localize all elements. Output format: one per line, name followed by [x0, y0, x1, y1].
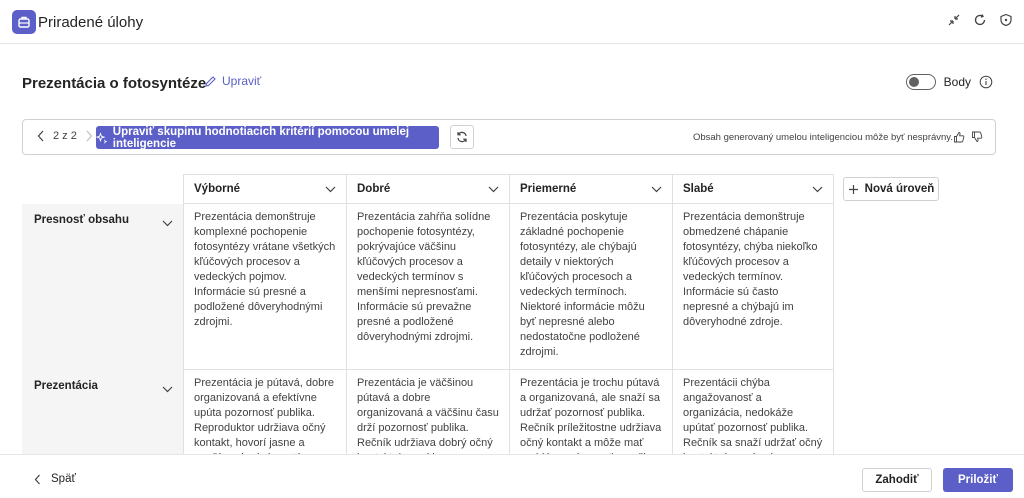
title-bar: Priradené úlohy [0, 0, 1024, 44]
edit-button[interactable]: Upraviť [204, 74, 261, 88]
pencil-icon [205, 75, 216, 87]
criterion-1-level-0[interactable]: Prezentácia je pútavá, dobre organizovan… [183, 370, 347, 454]
criterion-1-level-1[interactable]: Prezentácia je väčšinou pútavá a dobre o… [346, 370, 510, 454]
collapse-icon[interactable] [946, 12, 962, 28]
app-icon [12, 10, 36, 34]
info-icon[interactable] [979, 75, 993, 89]
criterion-1-level-2[interactable]: Prezentácia je trochu pútavá a organizov… [509, 370, 673, 454]
attach-button[interactable]: Priložiť [943, 468, 1013, 492]
ai-edit-label: Upraviť skupinu hodnotiacich kritérií po… [112, 125, 410, 150]
pager-label: 2 z 2 [53, 130, 77, 142]
ai-edit-button[interactable]: Upraviť skupinu hodnotiacich kritérií po… [96, 125, 439, 150]
chevron-left-icon [34, 474, 40, 484]
chevron-down-icon[interactable] [651, 186, 662, 193]
app-title: Priradené úlohy [38, 14, 144, 31]
discard-button[interactable]: Zahodiť [862, 468, 932, 492]
edit-label: Upraviť [222, 74, 262, 88]
page-title: Prezentácia o fotosyntéze [22, 75, 207, 92]
criterion-row-0[interactable]: Presnosť obsahu [22, 204, 183, 370]
ai-disclaimer: Obsah generovaný umelou inteligenciou mô… [692, 132, 953, 143]
sparkle-icon [96, 131, 107, 144]
regenerate-button[interactable] [450, 125, 474, 149]
refresh-icon[interactable] [972, 12, 988, 28]
plus-icon [848, 184, 858, 194]
criterion-0-level-3[interactable]: Prezentácia demonštruje obmedzené chápan… [672, 204, 834, 370]
back-label: Späť [51, 473, 76, 485]
thumbs-up-icon[interactable] [953, 131, 965, 143]
add-level-button[interactable]: Nová úroveň [843, 177, 939, 201]
criterion-0-level-1[interactable]: Prezentácia zahŕňa solídne pochopenie fo… [346, 204, 510, 370]
criterion-0-level-2[interactable]: Prezentácia poskytuje základné pochopeni… [509, 204, 673, 370]
back-button[interactable]: Späť [34, 473, 76, 485]
level-header-3[interactable]: Slabé [672, 174, 834, 204]
chevron-left-icon[interactable] [37, 130, 45, 142]
pager: 2 z 2 [37, 130, 93, 142]
chevron-down-icon[interactable] [812, 186, 823, 193]
criterion-row-1[interactable]: Prezentácia [22, 370, 183, 454]
chevron-down-icon[interactable] [325, 186, 336, 193]
footer-bar: Späť Zahodiť Priložiť [0, 454, 1024, 498]
add-level-label: Nová úroveň [864, 183, 935, 195]
chevron-down-icon[interactable] [488, 186, 499, 193]
chevron-down-icon[interactable] [162, 386, 173, 393]
refresh-icon [457, 131, 467, 143]
chevron-down-icon[interactable] [162, 220, 173, 227]
shield-icon[interactable] [998, 12, 1014, 28]
level-header-1[interactable]: Dobré [346, 174, 510, 204]
level-header-0[interactable]: Výborné [183, 174, 347, 204]
points-toggle[interactable] [905, 74, 936, 90]
level-header-2[interactable]: Priemerné [509, 174, 673, 204]
points-label: Body [943, 75, 971, 89]
criterion-0-level-0[interactable]: Prezentácia demonštruje komplexné pochop… [183, 204, 347, 370]
criterion-1-level-3[interactable]: Prezentácii chýba angažovanosť a organiz… [672, 370, 834, 454]
thumbs-down-icon[interactable] [971, 131, 983, 143]
chevron-right-icon[interactable] [85, 130, 93, 142]
ai-toolbar: 2 z 2 Upraviť skupinu hodnotiacich krité… [22, 119, 996, 155]
